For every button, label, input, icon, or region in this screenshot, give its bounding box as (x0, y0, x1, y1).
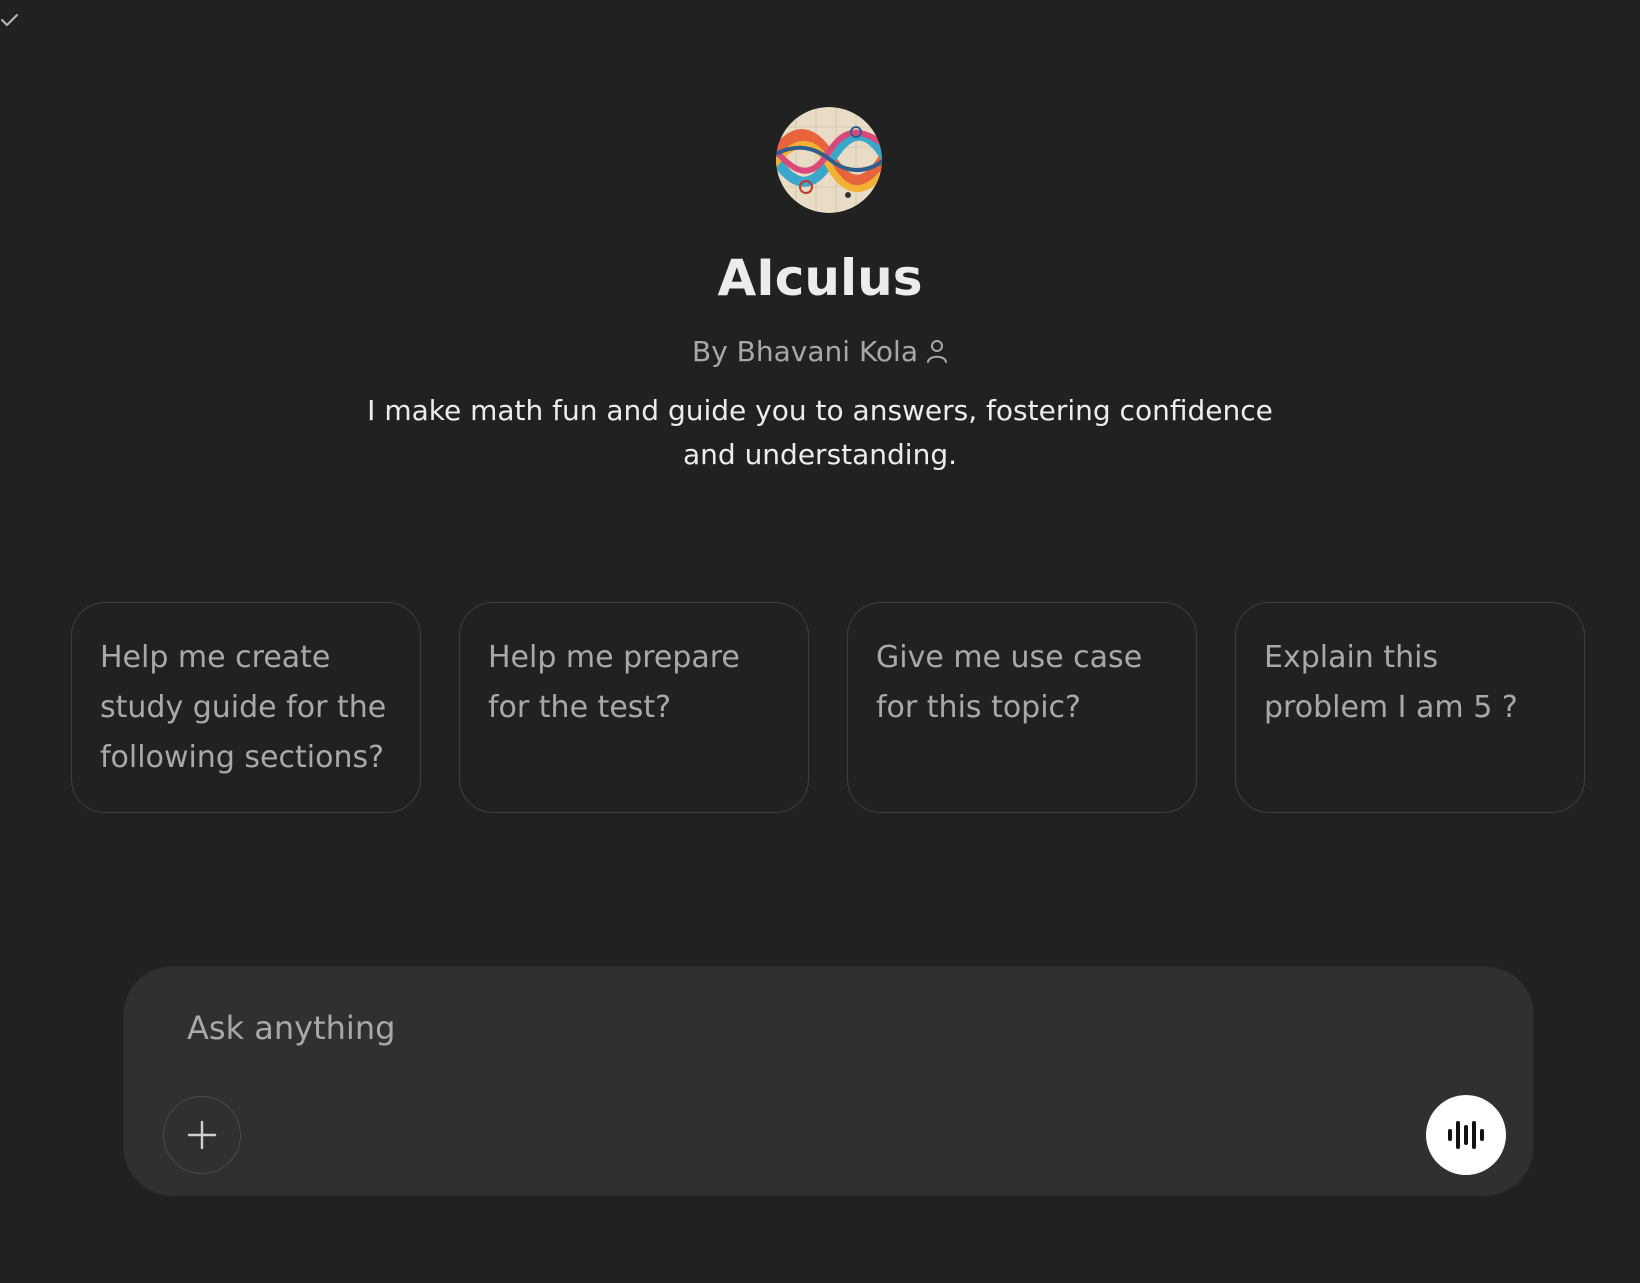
gpt-title: AIculus (717, 249, 923, 307)
chat-page: AIculus By Bhavani Kola I make math fun … (0, 0, 1640, 1283)
gpt-author[interactable]: By Bhavani Kola (0, 333, 1640, 371)
prompt-card-label: Help me create study guide for the follo… (100, 640, 387, 775)
voice-mode-button[interactable] (1426, 1095, 1506, 1175)
voice-waveform-icon (1448, 1121, 1484, 1149)
prompt-card-label: Help me prepare for the test? (488, 640, 740, 725)
person-icon (926, 340, 947, 363)
plus-icon (187, 1120, 217, 1150)
author-label: By Bhavani Kola (692, 335, 918, 368)
check-icon (0, 13, 19, 27)
prompt-card-explain[interactable]: Explain this problem I am 5 ? (1235, 602, 1585, 813)
gpt-avatar (776, 107, 882, 213)
composer (124, 967, 1533, 1195)
gpt-description: I make math fun and guide you to answers… (367, 394, 1273, 471)
prompt-card-label: Explain this problem I am 5 ? (1264, 640, 1518, 725)
attach-button[interactable] (163, 1096, 241, 1174)
prompt-card-prepare-test[interactable]: Help me prepare for the test? (459, 602, 809, 813)
prompt-card-label: Give me use case for this topic? (876, 640, 1143, 725)
prompt-card-study-guide[interactable]: Help me create study guide for the follo… (71, 602, 421, 813)
prompt-card-use-case[interactable]: Give me use case for this topic? (847, 602, 1197, 813)
message-input[interactable] (185, 1003, 1389, 1053)
